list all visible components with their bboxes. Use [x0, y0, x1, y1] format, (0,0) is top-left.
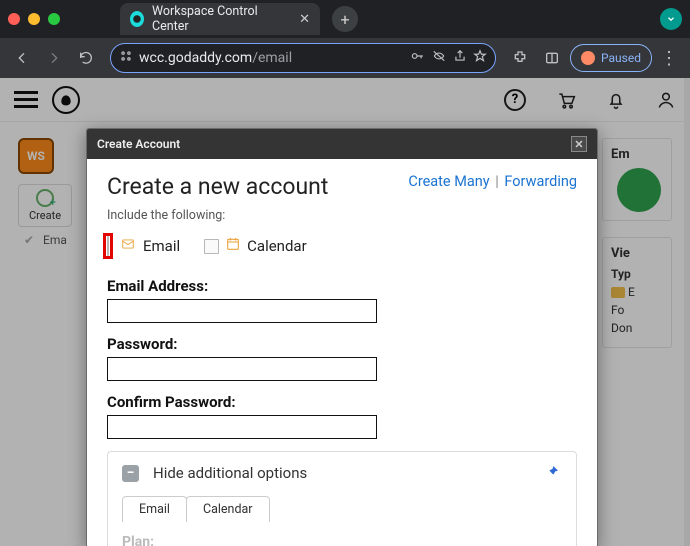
url-text: wcc.godaddy.com/email — [139, 50, 403, 66]
profile-paused-pill[interactable]: Paused — [570, 44, 652, 72]
envelope-icon — [119, 237, 137, 255]
modal-links: Create Many | Forwarding — [408, 173, 577, 190]
password-label: Password: — [107, 335, 577, 353]
page-content: ? WS Create ✔ — [0, 78, 690, 546]
paused-label: Paused — [601, 51, 641, 65]
confirm-password-label: Confirm Password: — [107, 393, 577, 411]
tab-email[interactable]: Email — [122, 496, 187, 522]
email-address-field: Email Address: — [107, 277, 577, 323]
window-close[interactable] — [8, 13, 20, 25]
confirm-password-field: Confirm Password: — [107, 393, 577, 439]
tab-close-icon[interactable]: ✕ — [299, 12, 310, 27]
include-email-label: Email — [143, 237, 180, 255]
additional-options-box: − Hide additional options Email Calendar… — [107, 451, 577, 546]
modal-header-title: Create Account — [97, 137, 180, 151]
window-dropdown[interactable] — [660, 8, 682, 30]
window-maximize[interactable] — [48, 13, 60, 25]
highlighted-checkbox-marker — [103, 233, 113, 259]
confirm-password-input[interactable] — [107, 415, 377, 439]
modal-header: Create Account ✕ — [87, 129, 597, 159]
include-calendar-label: Calendar — [247, 237, 307, 255]
tab-title: Workspace Control Center — [152, 4, 279, 34]
create-many-link[interactable]: Create Many — [408, 173, 489, 190]
options-toggle[interactable]: − Hide additional options — [122, 464, 562, 482]
include-calendar-option: Calendar — [204, 236, 307, 256]
password-key-icon[interactable] — [409, 49, 425, 67]
pin-icon[interactable] — [544, 464, 560, 484]
email-label: Email Address: — [107, 277, 577, 295]
site-settings-icon[interactable] — [119, 49, 133, 67]
profile-avatar-icon — [581, 51, 595, 65]
browser-menu-icon[interactable]: ⋮ — [656, 48, 682, 69]
address-bar[interactable]: wcc.godaddy.com/email — [110, 43, 496, 73]
options-tabs: Email Calendar — [122, 496, 562, 522]
include-label: Include the following: — [107, 208, 577, 223]
incognito-icon[interactable] — [431, 49, 447, 67]
include-email-option: Email — [107, 233, 180, 259]
include-options: Email Calendar — [107, 233, 577, 259]
plan-label: Plan: — [122, 534, 562, 546]
window-controls — [8, 13, 60, 25]
password-input[interactable] — [107, 357, 377, 381]
nav-forward-icon[interactable] — [40, 44, 68, 72]
include-calendar-checkbox[interactable] — [204, 239, 219, 254]
tab-calendar[interactable]: Calendar — [186, 496, 270, 522]
create-account-modal: Create Account ✕ Create a new account Cr… — [86, 128, 598, 546]
browser-tab[interactable]: Workspace Control Center ✕ — [120, 3, 320, 35]
include-email-checkbox[interactable] — [107, 236, 109, 256]
password-field: Password: — [107, 335, 577, 381]
nav-back-icon[interactable] — [8, 44, 36, 72]
nav-reload-icon[interactable] — [72, 44, 100, 72]
modal-body: Create a new account Create Many | Forwa… — [87, 159, 597, 546]
calendar-icon — [225, 236, 241, 256]
window-titlebar: Workspace Control Center ✕ + — [0, 0, 690, 38]
browser-toolbar: wcc.godaddy.com/email Paused ⋮ — [0, 38, 690, 78]
share-icon[interactable] — [453, 49, 467, 67]
link-separator: | — [493, 173, 501, 190]
new-tab-button[interactable]: + — [332, 6, 358, 32]
tab-favicon — [130, 11, 144, 27]
modal-close-icon[interactable]: ✕ — [571, 136, 587, 152]
modal-title: Create a new account — [107, 173, 328, 200]
options-toggle-label: Hide additional options — [153, 464, 307, 482]
window-minimize[interactable] — [28, 13, 40, 25]
forwarding-link[interactable]: Forwarding — [504, 173, 577, 190]
collapse-icon: − — [122, 465, 139, 482]
email-input[interactable] — [107, 299, 377, 323]
side-panel-icon[interactable] — [538, 44, 566, 72]
bookmark-star-icon[interactable] — [473, 49, 487, 67]
extensions-icon[interactable] — [506, 44, 534, 72]
